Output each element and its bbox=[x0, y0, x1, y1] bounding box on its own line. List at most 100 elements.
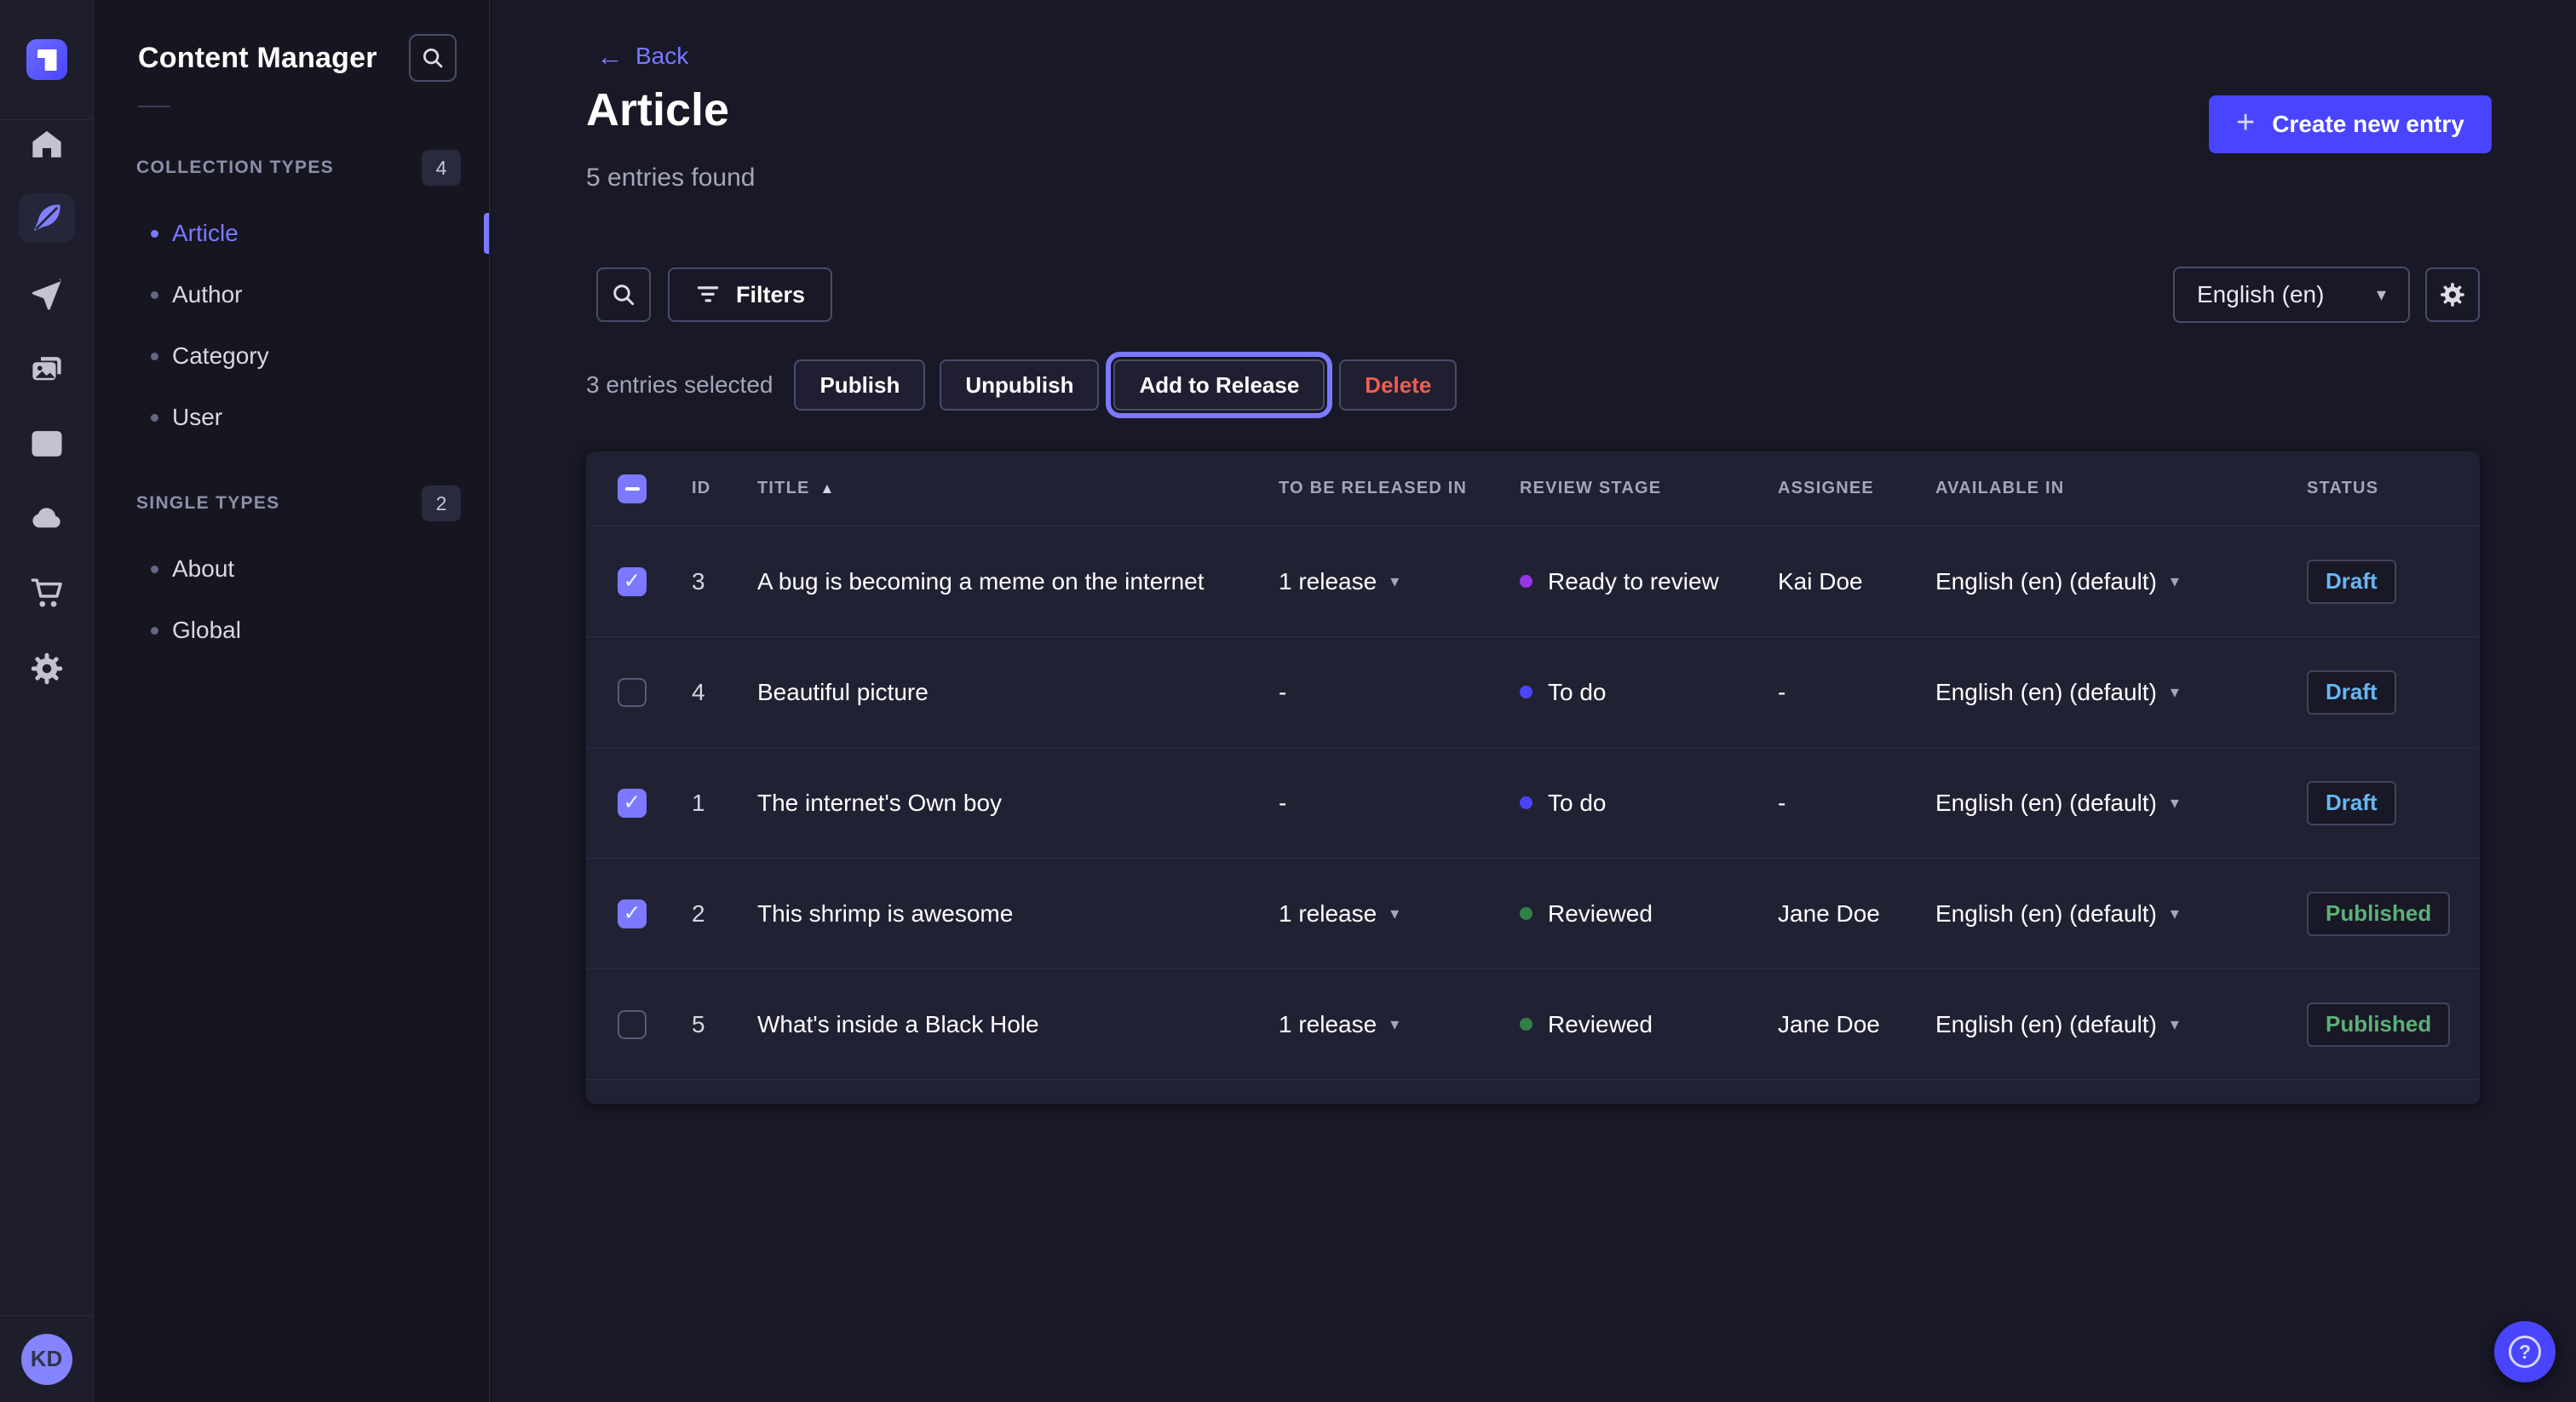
status-badge: Published bbox=[2307, 1003, 2450, 1047]
column-header-label: TO BE RELEASED IN bbox=[1279, 479, 1467, 498]
subnav-search-button[interactable] bbox=[409, 34, 457, 82]
section-label: COLLECTION TYPES bbox=[136, 158, 334, 178]
release-cell: - bbox=[1279, 790, 1520, 817]
indeterminate-dash-icon bbox=[625, 487, 640, 491]
delete-button[interactable]: Delete bbox=[1339, 359, 1457, 411]
column-header-title[interactable]: TITLE ▲ bbox=[757, 479, 1279, 498]
row-checkbox[interactable] bbox=[618, 678, 647, 707]
assignee-cell: - bbox=[1778, 790, 1935, 817]
create-new-entry-label: Create new entry bbox=[2272, 111, 2464, 138]
available-in-cell[interactable]: English (en) (default)▾ bbox=[1935, 679, 2307, 706]
settings-gear-icon[interactable] bbox=[19, 644, 75, 693]
status-badge: Published bbox=[2307, 892, 2450, 936]
column-header-label: AVAILABLE IN bbox=[1935, 479, 2064, 498]
locale-value: English (en) bbox=[2197, 281, 2324, 308]
deploy-cloud-icon[interactable] bbox=[19, 493, 75, 543]
subnav-sections: COLLECTION TYPES4ArticleAuthorCategoryUs… bbox=[94, 150, 489, 661]
column-header-label: TITLE bbox=[757, 479, 810, 498]
gear-icon bbox=[2439, 281, 2466, 308]
available-in-value: English (en) (default) bbox=[1935, 900, 2157, 928]
available-in-cell[interactable]: English (en) (default)▾ bbox=[1935, 1011, 2307, 1038]
subnav-item-user[interactable]: User bbox=[94, 387, 489, 448]
chevron-down-icon[interactable]: ▾ bbox=[1390, 571, 1399, 592]
row-checkbox[interactable]: ✓ bbox=[618, 789, 647, 818]
available-in-value: English (en) (default) bbox=[1935, 790, 2157, 817]
available-in-cell[interactable]: English (en) (default) ▾ bbox=[1935, 900, 2307, 928]
row-checkbox[interactable]: ✓ bbox=[618, 567, 647, 596]
check-icon: ✓ bbox=[624, 571, 641, 592]
check-icon: ✓ bbox=[624, 903, 641, 924]
releases-paper-plane-icon[interactable] bbox=[19, 271, 75, 320]
filters-button[interactable]: Filters bbox=[668, 267, 832, 322]
column-header-assignee: ASSIGNEE bbox=[1778, 479, 1935, 498]
release-cell[interactable]: 1 release▾ bbox=[1279, 568, 1520, 595]
table-row[interactable]: 5What's inside a Black Hole1 release▾Rev… bbox=[586, 969, 2480, 1080]
subnav-item-global[interactable]: Global bbox=[94, 600, 489, 661]
subnav-item-category[interactable]: Category bbox=[94, 325, 489, 387]
publish-button[interactable]: Publish bbox=[794, 359, 925, 411]
table-row[interactable]: 4Beautiful picture-To do-English (en) (d… bbox=[586, 637, 2480, 748]
release-cell[interactable]: 1 release▾ bbox=[1279, 900, 1520, 928]
user-avatar[interactable]: KD bbox=[21, 1334, 72, 1385]
search-button[interactable] bbox=[596, 267, 651, 322]
chevron-down-icon[interactable]: ▾ bbox=[2171, 571, 2179, 592]
review-stage-cell: To do bbox=[1520, 790, 1778, 817]
home-icon[interactable] bbox=[19, 120, 75, 170]
available-in-cell[interactable]: English (en) (default)▾ bbox=[1935, 568, 2307, 595]
back-link[interactable]: ← Back bbox=[596, 43, 688, 70]
chevron-down-icon[interactable]: ▾ bbox=[1390, 1014, 1399, 1035]
table-row[interactable]: ✓2This shrimp is awesome1 release▾Review… bbox=[586, 859, 2480, 969]
add-to-release-button[interactable]: Add to Release bbox=[1113, 359, 1325, 411]
status-cell: Published bbox=[2307, 1003, 2480, 1047]
rail-footer: KD bbox=[0, 1315, 93, 1402]
row-checkbox-cell: ✓ bbox=[586, 899, 692, 928]
subnav-item-label: Category bbox=[172, 342, 269, 370]
column-header-label: REVIEW STAGE bbox=[1520, 479, 1661, 498]
sort-asc-icon[interactable]: ▲ bbox=[820, 480, 836, 497]
subnav-item-author[interactable]: Author bbox=[94, 264, 489, 325]
media-library-icon[interactable] bbox=[19, 345, 75, 394]
selection-bar: 3 entries selected Publish Unpublish Add t… bbox=[586, 359, 1457, 411]
chevron-down-icon[interactable]: ▾ bbox=[2171, 903, 2179, 924]
release-cell[interactable]: 1 release▾ bbox=[1279, 1011, 1520, 1038]
section-label: SINGLE TYPES bbox=[136, 493, 279, 514]
unpublish-button[interactable]: Unpublish bbox=[940, 359, 1099, 411]
row-checkbox[interactable]: ✓ bbox=[618, 899, 647, 928]
create-new-entry-button[interactable]: + Create new entry bbox=[2209, 95, 2492, 153]
selection-count: 3 entries selected bbox=[586, 371, 773, 399]
locale-select[interactable]: English (en) ▾ bbox=[2173, 267, 2410, 323]
available-in-cell[interactable]: English (en) (default) ▾ bbox=[1935, 790, 2307, 817]
subnav-item-about[interactable]: About bbox=[94, 538, 489, 600]
id-cell: 5 bbox=[692, 1011, 757, 1038]
id-cell: 1 bbox=[692, 790, 757, 817]
main-nav-rail: KD bbox=[0, 0, 94, 1402]
marketplace-cart-icon[interactable] bbox=[19, 568, 75, 618]
view-settings-button[interactable] bbox=[2425, 267, 2480, 322]
table-row[interactable]: ✓3A bug is becoming a meme on the intern… bbox=[586, 526, 2480, 637]
chevron-down-icon[interactable]: ▾ bbox=[1390, 903, 1399, 924]
help-button[interactable]: ? bbox=[2494, 1321, 2556, 1382]
chevron-down-icon[interactable]: ▾ bbox=[2171, 681, 2179, 703]
chevron-down-icon[interactable]: ▾ bbox=[2171, 792, 2179, 813]
subnav-item-article[interactable]: Article bbox=[94, 203, 489, 264]
review-stage-label: Ready to review bbox=[1548, 568, 1719, 595]
content-type-builder-layout-icon[interactable] bbox=[19, 419, 75, 468]
bullet-icon bbox=[151, 566, 158, 573]
review-stage-label: To do bbox=[1548, 790, 1607, 817]
column-header-label: STATUS bbox=[2307, 479, 2378, 498]
table-row[interactable]: ✓1The internet's Own boy-To do-English (… bbox=[586, 748, 2480, 859]
table-header: IDTITLE▲TO BE RELEASED INREVIEW STAGEASS… bbox=[586, 451, 2480, 526]
content-manager-feather-icon[interactable] bbox=[19, 193, 75, 243]
review-stage-cell: Reviewed bbox=[1520, 900, 1778, 928]
app-root: KD Content Manager COLLECTION TYPES4Arti… bbox=[0, 0, 2576, 1402]
section-count-badge: 2 bbox=[422, 486, 461, 521]
row-checkbox[interactable] bbox=[618, 1010, 647, 1039]
subnav-item-label: Global bbox=[172, 617, 241, 644]
strapi-logo-icon[interactable] bbox=[26, 39, 67, 80]
filters-label: Filters bbox=[736, 282, 805, 308]
title-cell: A bug is becoming a meme on the internet bbox=[757, 568, 1279, 595]
select-all-checkbox[interactable] bbox=[618, 474, 647, 503]
chevron-down-icon[interactable]: ▾ bbox=[2171, 1014, 2179, 1035]
row-checkbox-cell: ✓ bbox=[586, 789, 692, 818]
search-icon bbox=[420, 45, 446, 71]
